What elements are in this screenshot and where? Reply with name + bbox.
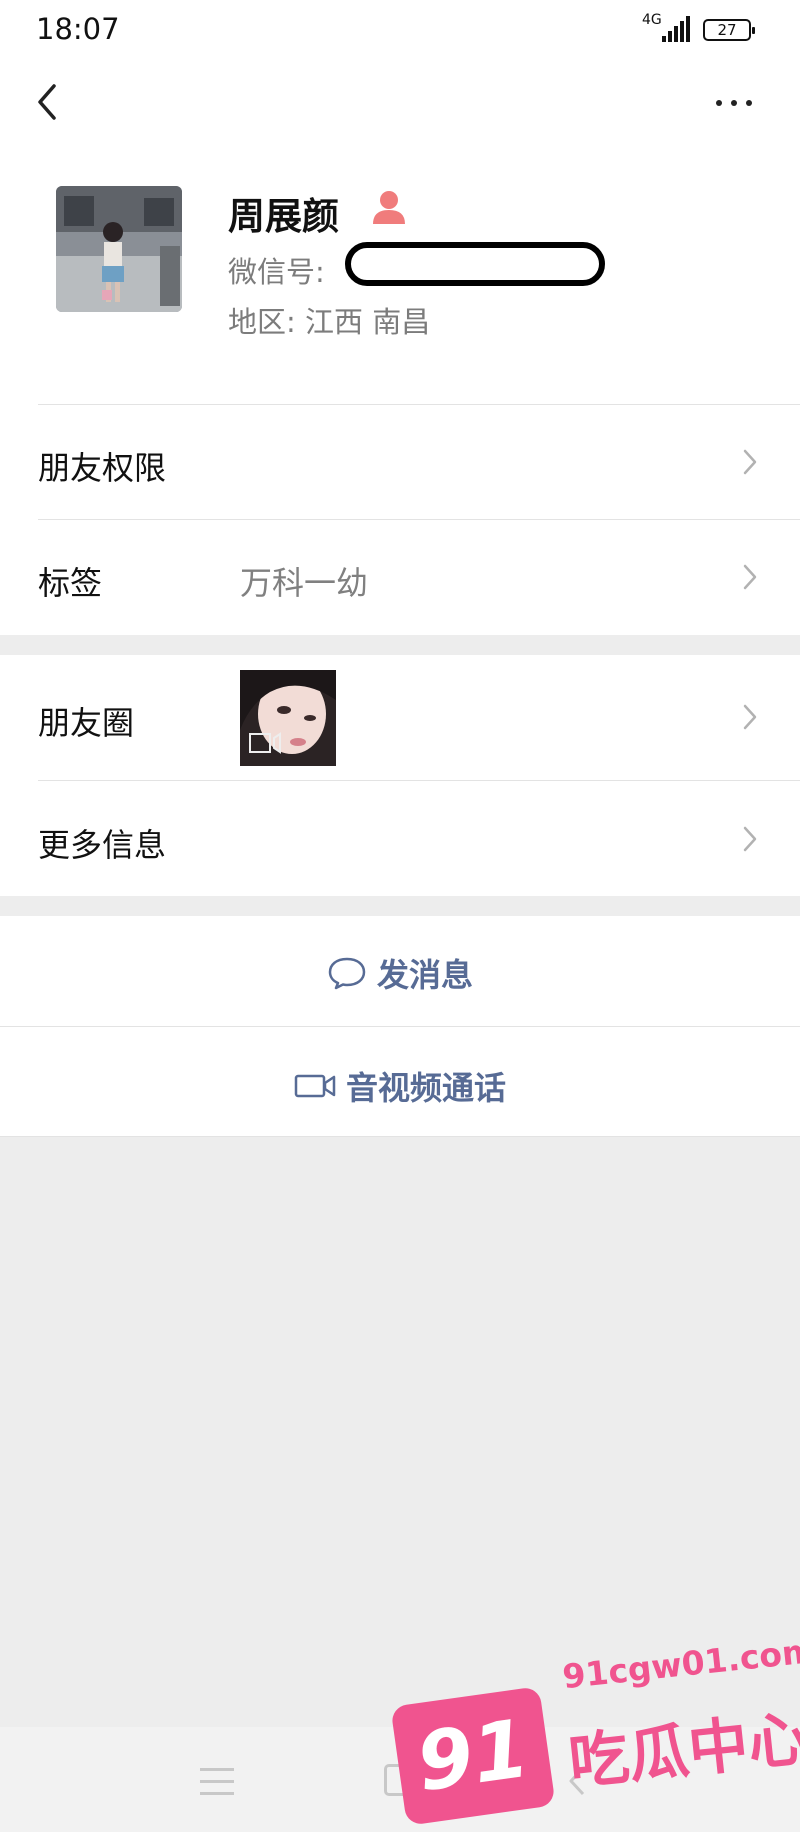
network-type: 4G — [642, 12, 662, 28]
divider — [0, 1136, 800, 1137]
chevron-right-icon — [740, 702, 760, 732]
signal-icon — [662, 16, 692, 42]
tags-value: 万科一幼 — [240, 564, 369, 602]
status-time: 18:07 — [36, 12, 120, 46]
menu-icon[interactable] — [200, 1768, 234, 1796]
region-line: 地区: 江西 南昌 — [228, 299, 430, 341]
avatar[interactable] — [56, 186, 182, 312]
region-value: 江西 南昌 — [305, 305, 431, 339]
friend-permissions-label: 朋友权限 — [38, 449, 167, 487]
divider — [0, 1026, 800, 1027]
watermark-url: 91cgw01.com — [560, 1630, 800, 1697]
more-options-icon[interactable] — [710, 88, 762, 118]
video-call-button[interactable]: 音视频通话 — [0, 1063, 800, 1109]
watermark: 91cgw01.com 91 吃瓜中心 — [390, 1631, 800, 1832]
section-gap — [0, 635, 800, 655]
chevron-right-icon — [740, 447, 760, 477]
section-gap — [0, 896, 800, 916]
divider — [38, 519, 800, 520]
chevron-right-icon — [740, 824, 760, 854]
video-call-label: 音视频通话 — [345, 1069, 506, 1107]
wechat-id-label: 微信号: — [228, 255, 325, 289]
send-message-button[interactable]: 发消息 — [0, 950, 800, 996]
tags-label: 标签 — [38, 564, 103, 602]
watermark-text: 吃瓜中心 — [565, 1703, 800, 1799]
contact-name: 周展颜 — [228, 195, 339, 238]
video-camera-icon — [294, 1074, 336, 1098]
more-info-label: 更多信息 — [38, 826, 167, 864]
divider — [38, 780, 800, 781]
watermark-badge: 91 — [390, 1686, 556, 1826]
person-icon — [368, 188, 410, 226]
status-bar: 18:07 4G 27 — [0, 0, 800, 58]
moments-label: 朋友圈 — [38, 704, 135, 742]
chevron-right-icon — [740, 562, 760, 592]
back-icon[interactable] — [28, 78, 72, 126]
battery-level: 27 — [717, 21, 737, 39]
divider — [38, 404, 800, 405]
redacted-wechat-id — [345, 242, 605, 286]
battery-icon: 27 — [703, 19, 755, 41]
region-label: 地区: — [228, 305, 296, 339]
send-message-label: 发消息 — [376, 956, 473, 994]
chat-bubble-icon — [328, 957, 366, 990]
moments-thumbnail — [240, 670, 336, 766]
